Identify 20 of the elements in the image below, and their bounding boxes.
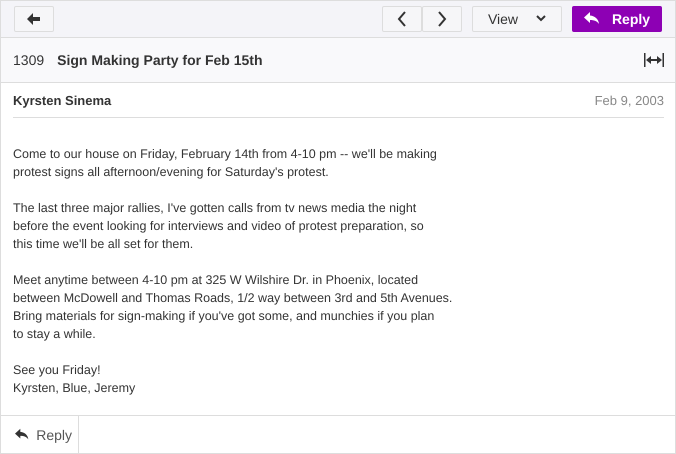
reply-arrow-icon (584, 12, 600, 26)
back-arrow-icon (27, 12, 41, 25)
message-number: 1309 (13, 52, 44, 68)
next-button[interactable] (422, 6, 462, 32)
message-paragraph: Come to our house on Friday, February 14th from 4-10 pm -- we'll be making protest signs all afternoon/evening for Saturday's protest. (13, 146, 438, 182)
view-dropdown[interactable]: View (472, 6, 562, 32)
message-paragraph: See you Friday! Kyrsten, Blue, Jeremy (13, 362, 136, 398)
reply-arrow-icon (15, 428, 30, 442)
chevron-left-icon (397, 10, 407, 27)
sender-name: Kyrsten Sinema (13, 92, 112, 108)
message-paragraph: The last three major rallies, I've gotten calls from tv news media the night before the event looking for interviews and video of protest preparation, so this time we'll be all set for them. (13, 200, 425, 254)
chevron-down-icon (536, 15, 546, 22)
message-date: Feb 9, 2003 (594, 92, 664, 108)
chevron-right-icon (437, 10, 447, 27)
expand-width-icon[interactable] (643, 52, 665, 68)
back-button[interactable] (14, 6, 54, 32)
message-subject: Sign Making Party for Feb 15th (57, 52, 263, 68)
message-paragraph: Meet anytime between 4-10 pm at 325 W Wilshire Dr. in Phoenix, located between McDowell and Thomas Roads, 1/2 way between 3rd and 5th Avenues. Bring materials for sign-making if you've got some, and munchies if you plan to stay a while. (13, 272, 454, 344)
reply-button[interactable]: Reply (572, 6, 662, 32)
previous-button[interactable] (382, 6, 422, 32)
